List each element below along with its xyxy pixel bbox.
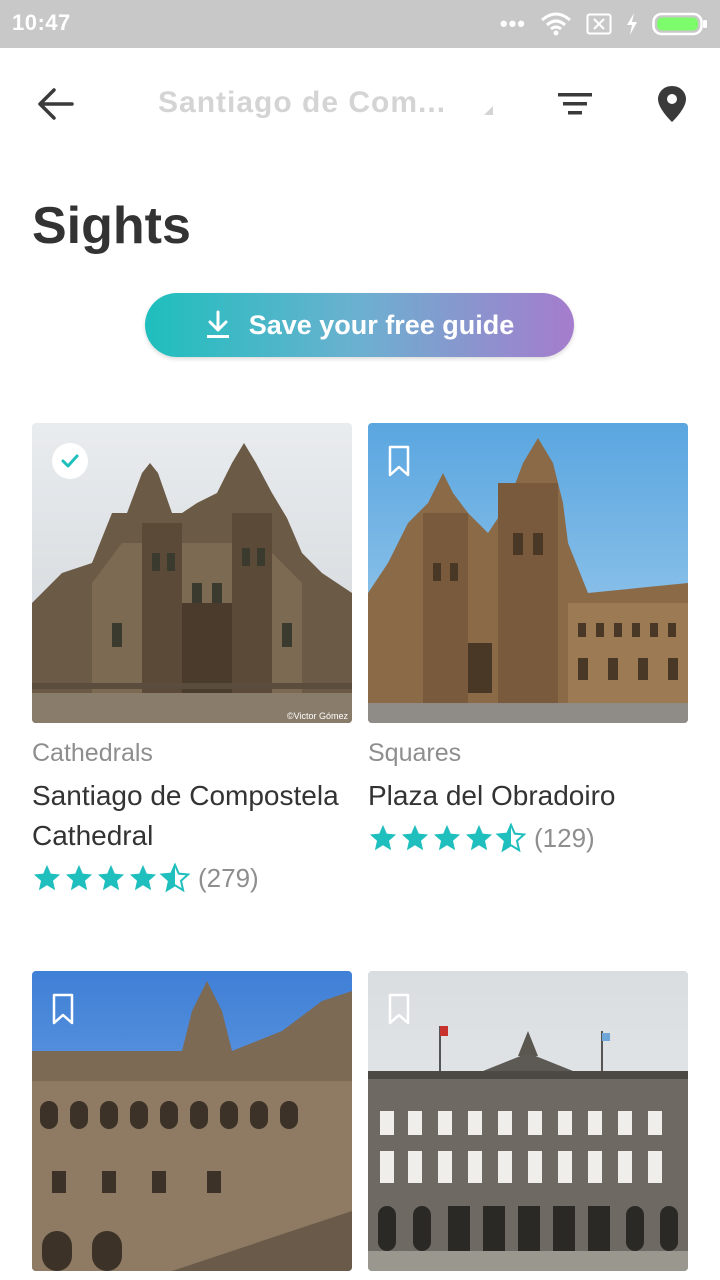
bookmark-icon[interactable] (388, 445, 410, 477)
star-full-icon (433, 824, 461, 851)
save-guide-button[interactable]: Save your free guide (145, 293, 574, 357)
bookmark-icon[interactable] (52, 993, 74, 1025)
filter-icon (558, 93, 592, 115)
app-bar: Santiago de Com... (0, 48, 720, 160)
sight-photo[interactable] (368, 423, 688, 723)
star-full-icon (369, 824, 397, 851)
saved-toggle[interactable] (52, 443, 88, 479)
star-full-icon (129, 864, 157, 891)
sight-name[interactable]: Santiago de Compostela Cathedral (32, 776, 352, 856)
star-half-icon (160, 863, 190, 893)
rating-stars (32, 863, 190, 893)
sight-rating: (279) (32, 858, 352, 898)
star-full-icon (33, 864, 61, 891)
star-full-icon (97, 864, 125, 891)
star-full-icon (401, 824, 429, 851)
sight-photo[interactable] (32, 971, 352, 1271)
sight-category: Cathedrals (32, 739, 153, 767)
sight-photo[interactable]: ©Victor Gómez (32, 423, 352, 723)
sight-card[interactable] (32, 971, 352, 1271)
more-dots-icon: ••• (499, 11, 526, 36)
sight-card[interactable]: Squares Plaza del Obradoiro (129) (368, 423, 688, 858)
review-count: (129) (534, 822, 595, 853)
star-half-icon (496, 823, 526, 853)
sight-name[interactable]: Plaza del Obradoiro (368, 776, 688, 816)
filter-button[interactable] (556, 88, 596, 120)
sight-rating: (129) (368, 818, 688, 858)
sight-card[interactable] (368, 971, 688, 1271)
review-count: (279) (198, 862, 259, 893)
map-pin-icon (658, 86, 686, 122)
photo-credit: ©Victor Gómez (287, 711, 348, 721)
download-icon (206, 310, 229, 338)
building-photo (32, 971, 352, 1271)
check-icon (61, 454, 79, 468)
status-icons: ••• (500, 10, 708, 38)
back-arrow-icon (38, 88, 74, 120)
charging-icon (627, 13, 637, 35)
star-full-icon (465, 824, 493, 851)
bookmark-icon[interactable] (388, 993, 410, 1025)
sim-off-icon (586, 13, 612, 35)
battery-icon (652, 12, 707, 36)
status-bar: 10:47 ••• (0, 0, 720, 48)
palace-photo (368, 971, 688, 1271)
save-guide-label: Save your free guide (248, 309, 515, 340)
dropdown-caret-icon[interactable] (484, 106, 493, 115)
destination-title[interactable]: Santiago de Com... (158, 86, 468, 122)
sight-category: Squares (368, 739, 462, 767)
back-button[interactable] (30, 84, 82, 124)
plaza-photo (368, 423, 688, 723)
map-button[interactable] (654, 84, 690, 124)
sight-photo[interactable] (368, 971, 688, 1271)
rating-stars (368, 823, 526, 853)
status-time: 10:47 (12, 10, 71, 35)
star-full-icon (65, 864, 93, 891)
page-heading: Sights (32, 197, 191, 255)
sight-card[interactable]: ©Victor Gómez Cathedrals Santiago de Com… (32, 423, 352, 898)
wifi-icon (541, 12, 571, 36)
